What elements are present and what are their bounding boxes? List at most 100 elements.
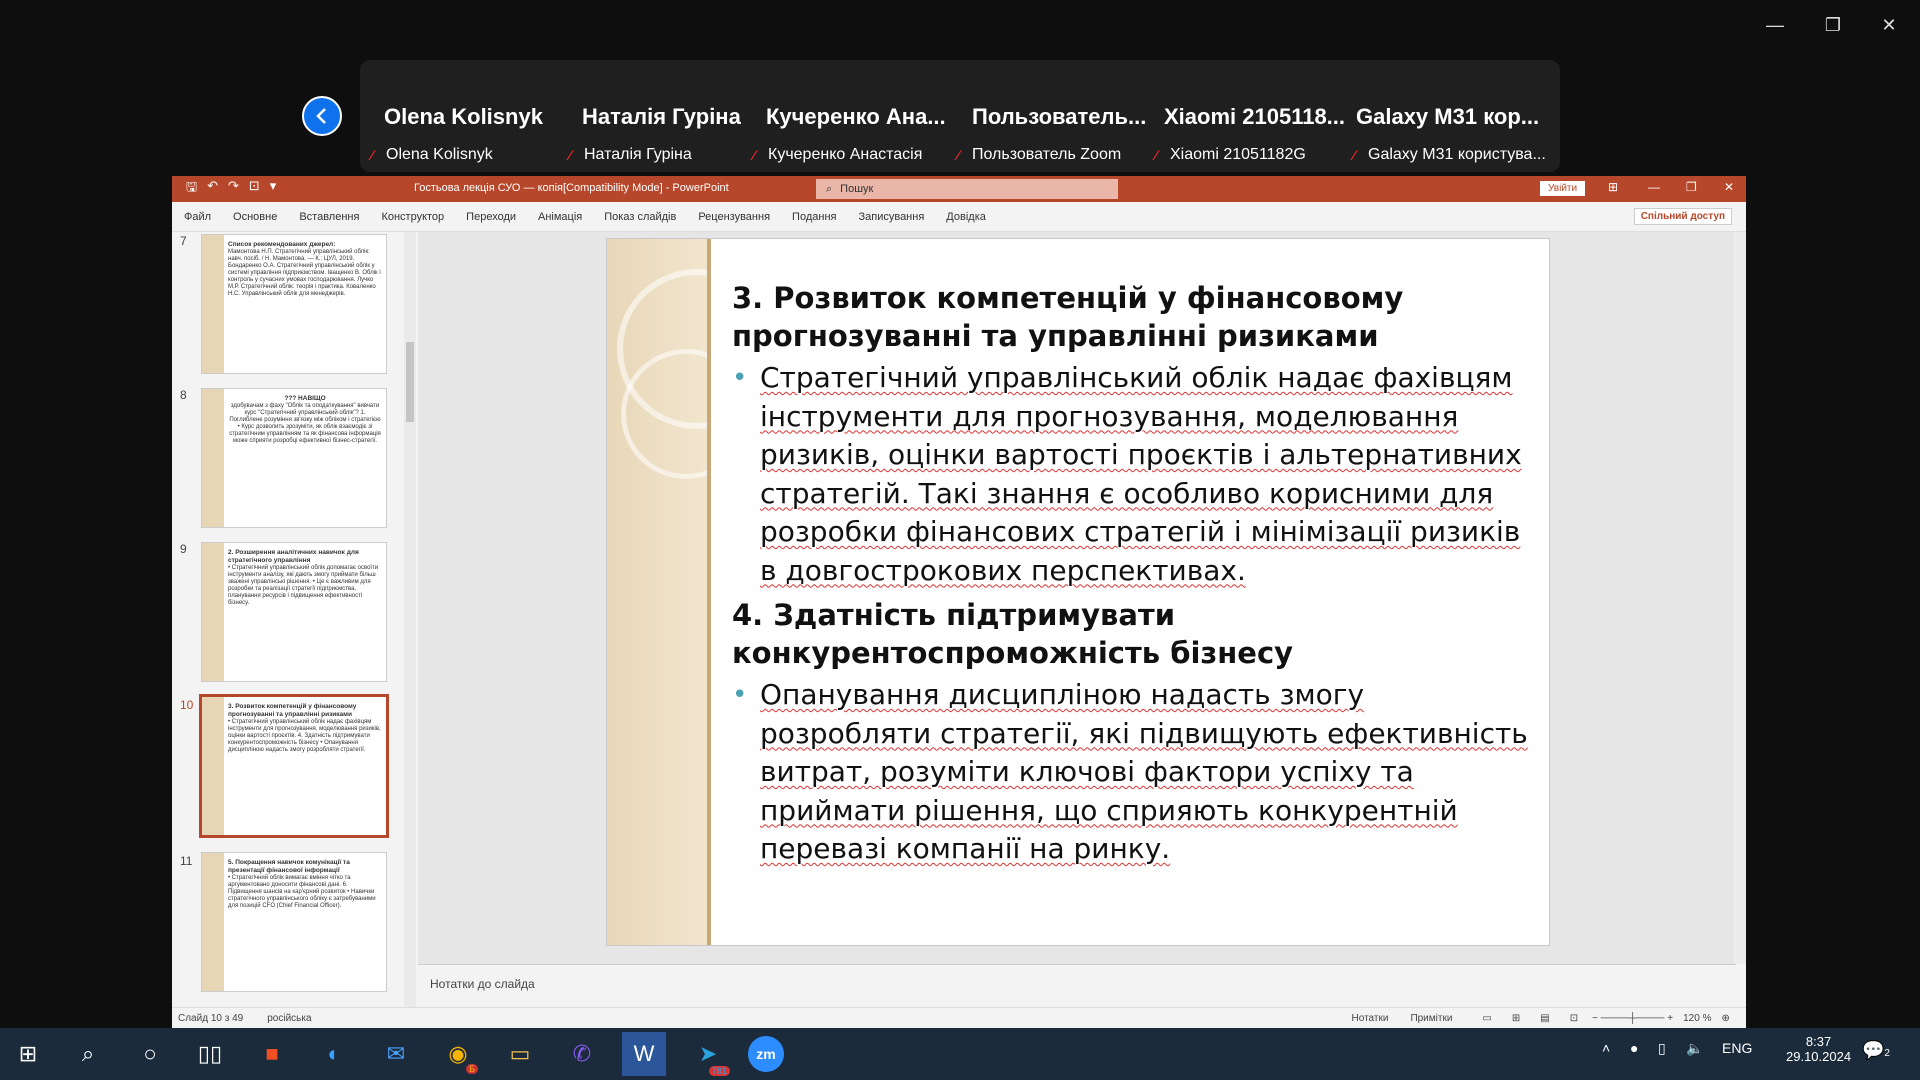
slide-content[interactable]: 3. Розвиток компетенцій у фінансовому пр… <box>732 279 1532 869</box>
minimize-button[interactable]: — <box>1752 10 1798 40</box>
notification-count: 2 <box>1884 1048 1890 1059</box>
thumb-number: 11 <box>180 854 193 868</box>
tab-transitions[interactable]: Переходи <box>466 211 516 223</box>
ppt-minimize-icon[interactable]: — <box>1648 180 1660 194</box>
thumb-number: 8 <box>180 388 187 402</box>
share-button[interactable]: Спільний доступ <box>1633 208 1732 225</box>
location-icon: ● <box>1630 1040 1639 1056</box>
save-icon[interactable]: 🖫 <box>186 178 197 200</box>
thumb-number: 7 <box>180 234 187 248</box>
tab-review[interactable]: Рецензування <box>698 211 770 223</box>
muted-mic-icon: ⁄ <box>1154 147 1158 163</box>
tab-file[interactable]: Файл <box>184 211 211 223</box>
customize-icon[interactable]: ▾ <box>270 178 277 200</box>
fit-slide-icon[interactable]: ⊕ <box>1721 1013 1729 1024</box>
thumb-body: • Стратегічний управлінський облік надає… <box>228 719 381 753</box>
zoom-level[interactable]: 120 % <box>1683 1013 1711 1024</box>
tab-slideshow[interactable]: Показ слайдів <box>604 211 676 223</box>
quick-access-toolbar: 🖫 ↶ ↷ ⊡ ▾ <box>186 178 276 200</box>
slideshow-view-icon[interactable]: ⊡ <box>1570 1013 1578 1024</box>
search-icon[interactable]: ⌕ <box>66 1032 110 1076</box>
tab-help[interactable]: Довідка <box>946 211 986 223</box>
thumb-body: Мамонтова Н.П. Стратегічний управлінськи… <box>228 249 381 297</box>
slide-bullet-2: Опанування дисципліною надасть змогу роз… <box>760 678 1528 865</box>
ribbon-display-icon[interactable]: ⊞ <box>1608 180 1618 194</box>
participant-tile[interactable]: Пользователь... ⁄ Пользователь Zoom <box>946 60 1147 172</box>
reading-view-icon[interactable]: ▤ <box>1540 1013 1549 1024</box>
search-box[interactable]: ⌕ Пошук <box>816 179 1118 199</box>
language-indicator[interactable]: російська <box>267 1013 311 1024</box>
zoom-slider[interactable]: − ────┼──── + <box>1592 1013 1673 1024</box>
thumb-body: здобувачам з фаху "Облік та оподаткуванн… <box>229 403 381 444</box>
ppt-close-icon[interactable]: ✕ <box>1724 180 1734 194</box>
slide-scrollbar[interactable] <box>1734 232 1746 964</box>
notifications-icon[interactable]: 💬2 <box>1862 1040 1890 1061</box>
participant-tile[interactable]: Olena Kolisnyk ⁄ Olena Kolisnyk <box>360 60 560 172</box>
participant-tile[interactable]: Galaxy M31 кор... ⁄ Galaxy M31 користува.… <box>1342 60 1546 172</box>
start-icon[interactable]: ⊞ <box>6 1032 50 1076</box>
tray-expand-icon[interactable]: ˄ <box>1602 1040 1610 1056</box>
tab-animations[interactable]: Анімація <box>538 211 582 223</box>
input-language[interactable]: ENG <box>1722 1040 1752 1056</box>
thumb-number: 10 <box>180 698 194 712</box>
participant-tile[interactable]: Xiaomi 2105118... ⁄ Xiaomi 21051182G <box>1144 60 1345 172</box>
participant-tile[interactable]: Кучеренко Ана... ⁄ Кучеренко Анастасія <box>742 60 946 172</box>
muted-mic-icon: ⁄ <box>956 147 960 163</box>
tab-record[interactable]: Записування <box>858 211 924 223</box>
participant-label: Xiaomi 21051182G <box>1170 146 1306 163</box>
thumb-body: • Стратегічний облік вимагає вміння чітк… <box>228 875 376 909</box>
notes-pane[interactable]: Нотатки до слайда <box>418 964 1736 1007</box>
word-icon[interactable]: W <box>622 1032 666 1076</box>
slide-thumbnail[interactable]: 5. Покращення навичок комунікації та пре… <box>201 852 387 992</box>
telegram-icon[interactable]: ➤ 781 <box>686 1032 730 1076</box>
bullet-icon: • <box>732 680 748 710</box>
slide-thumbnails-pane: 7 Список рекомендованих джерел: Мамонтова… <box>172 232 418 1007</box>
current-slide[interactable]: 3. Розвиток компетенцій у фінансовому пр… <box>606 238 1550 946</box>
search-icon: ⌕ <box>826 182 833 195</box>
speaker-icon[interactable]: 🔈 <box>1686 1040 1703 1057</box>
participant-tile[interactable]: Наталія Гуріна ⁄ Наталія Гуріна <box>558 60 758 172</box>
task-view-icon[interactable]: ▯▯ <box>188 1032 232 1076</box>
chrome-icon[interactable]: ◉ Б <box>436 1032 480 1076</box>
participant-name: Пользователь... <box>972 104 1147 129</box>
tab-home[interactable]: Основне <box>233 211 277 223</box>
sorter-view-icon[interactable]: ⊞ <box>1512 1013 1520 1024</box>
restore-button[interactable]: ❐ <box>1810 10 1856 40</box>
slide-thumbnail[interactable]: 2. Розширення аналітичних навичок для ст… <box>201 542 387 682</box>
slide-thumbnail-selected[interactable]: 3. Розвиток компетенцій у фінансовому пр… <box>199 694 389 838</box>
participant-label: Galaxy M31 користува... <box>1368 146 1546 163</box>
tab-design[interactable]: Конструктор <box>381 211 444 223</box>
muted-mic-icon: ⁄ <box>1352 147 1356 163</box>
ppt-restore-icon[interactable]: ❐ <box>1686 180 1697 194</box>
zoom-app-icon[interactable]: zm <box>748 1036 784 1072</box>
slide-bullet-1: Стратегічний управлінський облік надає ф… <box>760 361 1522 587</box>
slide-thumbnail[interactable]: ??? НАВІЩО здобувачам з фаху "Облік та оп… <box>201 388 387 528</box>
tab-view[interactable]: Подання <box>792 211 836 223</box>
notes-toggle[interactable]: Нотатки <box>1352 1013 1389 1024</box>
thumb-title: 5. Покращення навичок комунікації та пре… <box>228 859 350 874</box>
edge-icon[interactable]: ◐ <box>312 1032 356 1076</box>
normal-view-icon[interactable]: ▭ <box>1482 1013 1491 1024</box>
slide-thumbnail[interactable]: Список рекомендованих джерел: Мамонтова Н… <box>201 234 387 374</box>
explorer-icon[interactable]: ▭ <box>498 1032 542 1076</box>
viber-icon[interactable]: ✆ <box>560 1032 604 1076</box>
thumb-title: 2. Розширення аналітичних навичок для ст… <box>228 549 359 564</box>
slide-counter: Слайд 10 з 49 <box>178 1012 244 1024</box>
slide-editor: 3. Розвиток компетенцій у фінансовому пр… <box>418 232 1736 964</box>
thumbnails-scrollbar[interactable] <box>404 232 416 1007</box>
mail-icon[interactable]: ✉ <box>374 1032 418 1076</box>
cortana-icon[interactable]: ○ <box>128 1032 172 1076</box>
clock-time: 8:37 <box>1805 1034 1832 1049</box>
present-icon[interactable]: ⊡ <box>249 178 260 200</box>
redo-icon[interactable]: ↷ <box>228 178 239 200</box>
gallery-prev-button[interactable] <box>302 96 342 136</box>
battery-icon[interactable]: ▯ <box>1658 1040 1666 1057</box>
comments-toggle[interactable]: Примітки <box>1410 1013 1452 1024</box>
undo-icon[interactable]: ↶ <box>207 178 218 200</box>
clock[interactable]: 8:37 29.10.2024 <box>1786 1034 1851 1064</box>
store-icon[interactable]: ■ <box>250 1032 294 1076</box>
slide-heading-3: 3. Розвиток компетенцій у фінансовому пр… <box>732 281 1404 353</box>
tab-insert[interactable]: Вставлення <box>299 211 359 223</box>
sign-in-button[interactable]: Увійти <box>1540 181 1586 196</box>
close-button[interactable]: ✕ <box>1866 10 1912 40</box>
